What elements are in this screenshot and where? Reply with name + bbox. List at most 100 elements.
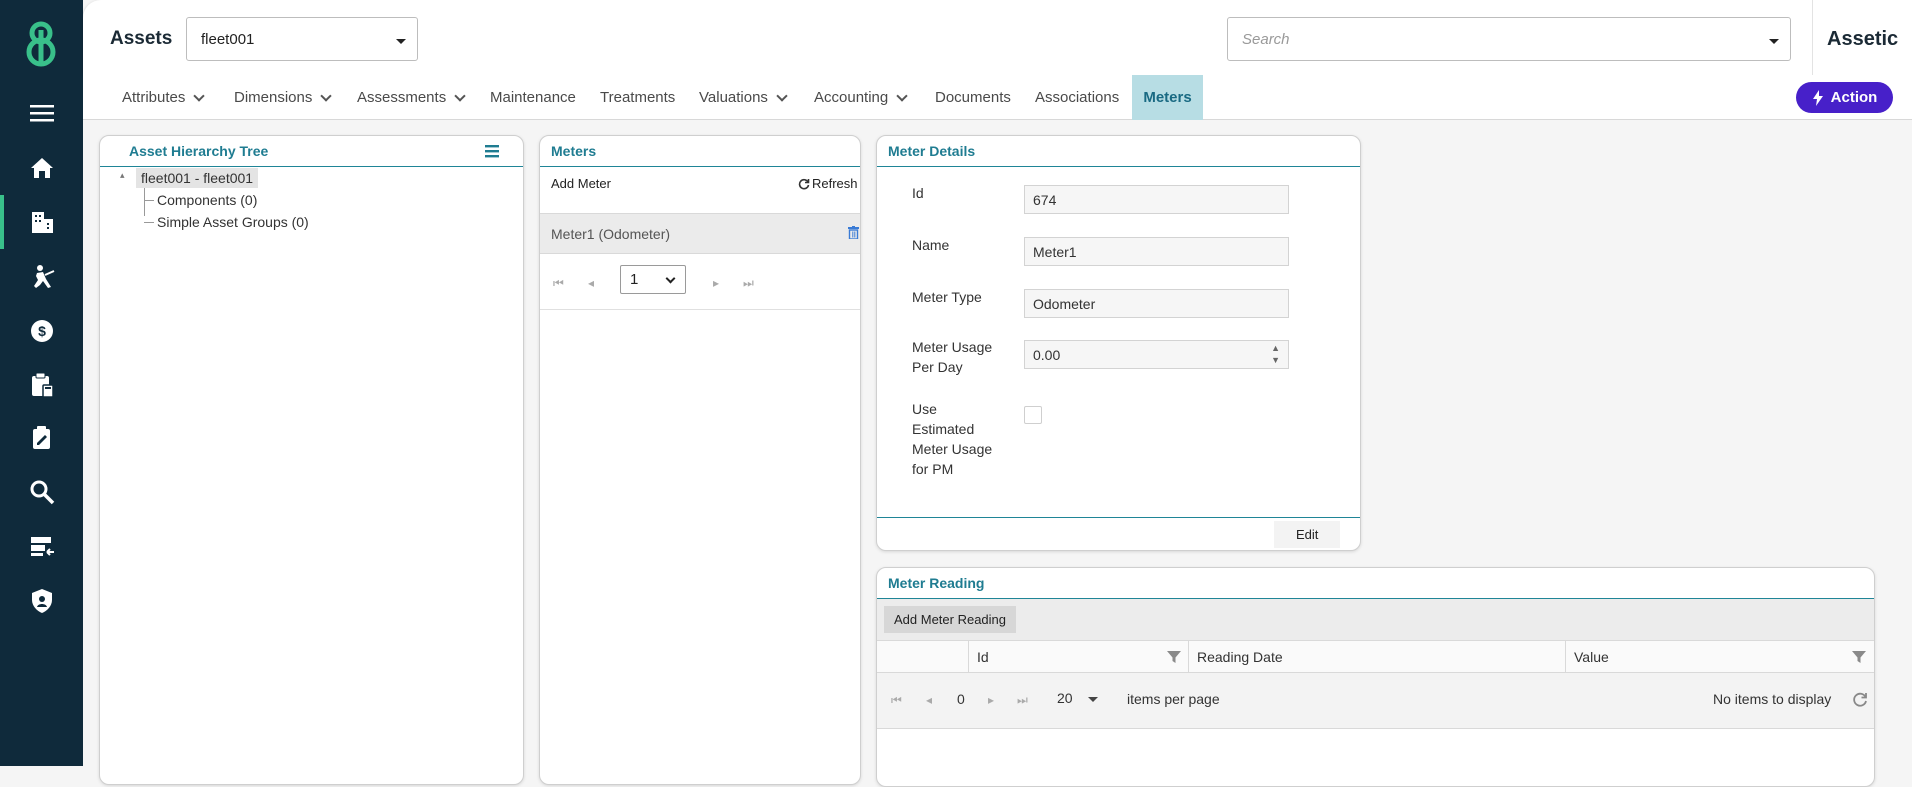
- home-icon[interactable]: [0, 141, 83, 195]
- refresh-icon[interactable]: [1852, 692, 1868, 708]
- tab-label: Treatments: [600, 89, 676, 106]
- tab-dimensions[interactable]: Dimensions: [222, 75, 342, 120]
- id-label: Id: [912, 185, 924, 201]
- add-meter-button[interactable]: Add Meter: [545, 172, 617, 195]
- divider: [877, 517, 1360, 518]
- tree-node-components[interactable]: Components (0): [157, 192, 257, 208]
- asset-select-value: fleet001: [201, 31, 255, 48]
- name-field[interactable]: Meter1: [1024, 237, 1289, 266]
- edit-button[interactable]: Edit: [1274, 521, 1341, 548]
- meter-usage-label: Meter Usage Per Day: [912, 339, 993, 375]
- first-page-icon[interactable]: ⏮: [891, 693, 902, 708]
- tab-label: Meters: [1143, 89, 1192, 106]
- panel-title: Meters: [540, 136, 860, 167]
- chevron-down-icon: [665, 273, 676, 284]
- panel-title: Asset Hierarchy Tree: [100, 136, 523, 167]
- action-button[interactable]: Action: [1796, 82, 1893, 113]
- trash-icon[interactable]: [848, 226, 859, 239]
- page-size-select[interactable]: 20: [1046, 685, 1108, 713]
- security-icon[interactable]: [0, 574, 83, 628]
- meter-type-label: Meter Type: [912, 289, 982, 305]
- calculator-icon[interactable]: [0, 358, 83, 412]
- column-value[interactable]: Value: [1565, 641, 1874, 674]
- filter-icon[interactable]: [1852, 650, 1866, 664]
- meter-usage-stepper[interactable]: 0.00 ▲ ▼: [1024, 340, 1289, 369]
- finance-icon[interactable]: $: [0, 304, 83, 358]
- divider: [1812, 0, 1813, 75]
- tab-maintenance[interactable]: Maintenance: [478, 75, 588, 120]
- meter-type-field[interactable]: Odometer: [1024, 289, 1289, 318]
- tab-label: Maintenance: [490, 89, 576, 106]
- tab-label: Dimensions: [234, 89, 313, 106]
- assets-icon[interactable]: [0, 195, 83, 249]
- tab-label: Accounting: [814, 89, 889, 106]
- last-page-icon[interactable]: ⏭: [743, 276, 754, 291]
- spinner-arrows-icon[interactable]: ▲ ▼: [1271, 342, 1280, 366]
- column-reading-date[interactable]: Reading Date: [1188, 641, 1565, 674]
- prev-page-icon[interactable]: ◂: [926, 693, 932, 707]
- use-estimated-checkbox[interactable]: [1024, 406, 1042, 424]
- asset-hierarchy-panel: Asset Hierarchy Tree ▴ fleet001 - fleet0…: [99, 135, 524, 785]
- column-label: Value: [1574, 649, 1609, 665]
- first-page-icon[interactable]: ⏮: [553, 276, 564, 291]
- tree-node-simple-asset-groups[interactable]: Simple Asset Groups (0): [157, 214, 309, 230]
- column-id[interactable]: Id: [968, 641, 1188, 674]
- panel-title: Meter Details: [877, 136, 1360, 167]
- page-title: Assets: [110, 28, 173, 49]
- tab-assessments[interactable]: Assessments: [345, 75, 476, 120]
- tab-attributes[interactable]: Attributes: [110, 75, 215, 120]
- brand-name: Assetic: [1827, 28, 1899, 50]
- meter-usage-value: 0.00: [1033, 347, 1061, 363]
- tree-connector: [144, 200, 154, 201]
- items-per-page-label: items per page: [1127, 691, 1220, 707]
- tab-documents[interactable]: Documents: [923, 75, 1023, 120]
- meter-list-item[interactable]: Meter1 (Odometer): [540, 213, 860, 254]
- tree-node-root[interactable]: fleet001 - fleet001: [136, 168, 259, 188]
- tree-connector: [144, 222, 154, 223]
- tab-associations[interactable]: Associations: [1023, 75, 1131, 120]
- refresh-icon: [798, 178, 810, 189]
- current-page: 0: [957, 691, 965, 707]
- chevron-down-icon: [320, 89, 333, 102]
- nav-tabs: Attributes Dimensions Assessments Mainte…: [83, 75, 1912, 120]
- sidebar: $: [0, 0, 83, 766]
- next-page-icon[interactable]: ▸: [713, 276, 719, 290]
- edit-doc-icon[interactable]: [0, 411, 83, 465]
- asset-select[interactable]: fleet001: [186, 17, 418, 61]
- add-meter-reading-button[interactable]: Add Meter Reading: [884, 606, 1017, 633]
- meter-item-label: Meter1 (Odometer): [551, 226, 671, 242]
- next-page-icon[interactable]: ▸: [988, 693, 994, 707]
- search-icon[interactable]: [0, 465, 83, 519]
- page-size-value: 20: [1057, 690, 1073, 706]
- id-field[interactable]: 674: [1024, 185, 1289, 214]
- search-input[interactable]: Search: [1227, 17, 1791, 61]
- tab-accounting[interactable]: Accounting: [802, 75, 918, 120]
- collapse-icon[interactable]: ▴: [120, 170, 125, 181]
- refresh-button[interactable]: Refresh: [792, 172, 860, 195]
- page-select-value: 1: [630, 271, 639, 288]
- lightning-icon: [1812, 89, 1823, 106]
- use-estimated-label: Use Estimated Meter Usage for PM: [912, 401, 993, 477]
- menu-icon[interactable]: [484, 143, 500, 159]
- last-page-icon[interactable]: ⏭: [1017, 693, 1028, 708]
- tab-label: Attributes: [122, 89, 186, 106]
- grid-pager: ⏮ ◂ 0 ▸ ⏭ 20 items per page No items to …: [877, 673, 1874, 729]
- caret-down-icon: [1088, 697, 1098, 702]
- work-icon[interactable]: [0, 250, 83, 304]
- prev-page-icon[interactable]: ◂: [588, 276, 594, 290]
- assetic-logo-icon[interactable]: [20, 18, 62, 70]
- tab-treatments[interactable]: Treatments: [588, 75, 687, 120]
- top-bar: Assets fleet001 Search Assetic: [83, 0, 1912, 75]
- no-items-label: No items to display: [1713, 691, 1832, 707]
- chevron-down-icon: [193, 89, 206, 102]
- meter-details-panel: Meter Details Id 674 Name Meter1 Meter T…: [876, 135, 1361, 551]
- caret-down-icon: [396, 39, 406, 44]
- meter-reading-panel: Meter Reading Add Meter Reading Id Readi…: [876, 567, 1875, 787]
- menu-icon[interactable]: [0, 86, 83, 140]
- import-icon[interactable]: [0, 519, 83, 573]
- page-select[interactable]: 1: [620, 265, 686, 294]
- filter-icon[interactable]: [1167, 650, 1181, 664]
- divider: [540, 309, 860, 310]
- tab-valuations[interactable]: Valuations: [687, 75, 798, 120]
- tab-meters[interactable]: Meters: [1132, 75, 1203, 120]
